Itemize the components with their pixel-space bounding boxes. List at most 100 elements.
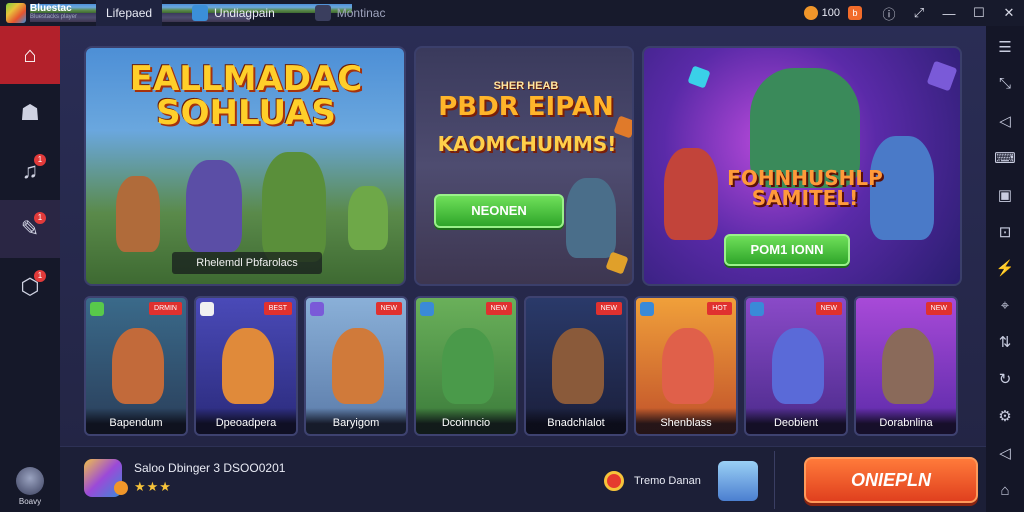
character-art (112, 328, 164, 404)
ninja-icon: ☗ (20, 100, 40, 125)
character-art (442, 328, 494, 404)
close-icon[interactable]: ✕ (994, 0, 1024, 26)
hero-character (186, 160, 242, 252)
game-card-row: DRMIN Bapendum BEST Dpeoadpera NEW Baryi… (84, 296, 964, 436)
card-tag: NEW (815, 302, 842, 315)
volume-icon[interactable]: ◁ (990, 106, 1020, 136)
divider (774, 451, 775, 509)
settings-icon[interactable]: ⚙ (990, 401, 1020, 431)
app-icon (310, 302, 324, 316)
card-tag: BEST (263, 302, 292, 315)
app-icon (640, 302, 654, 316)
left-sidebar: ⌂ ☗ ♫ 1 ✎ 1 ⬡ 1 Boavy (0, 26, 60, 512)
sidebar-item-games[interactable]: ⬡ 1 (0, 258, 60, 316)
title-bar: Bluestac Bluestacks player Lifepaed Undi… (0, 0, 1024, 26)
notification-badge: 1 (34, 154, 46, 166)
banner-subtitle: SHER HEAB (493, 80, 559, 92)
game-card[interactable]: NEW Bnadchlalot (524, 296, 628, 436)
banner-title-secondary: KAOMCHUMMS! (437, 132, 617, 156)
banner-title: EALLMADAC SOHLUAS (129, 59, 363, 133)
brand: Bluestac Bluestacks player (30, 4, 352, 22)
location-icon[interactable]: ⌖ (990, 290, 1020, 320)
banner-cta-button[interactable]: POM1 IONN (724, 234, 850, 266)
character-art (662, 328, 714, 404)
game-center-label[interactable]: Tremo Danan (634, 475, 701, 487)
card-tag: HOT (707, 302, 732, 315)
profile[interactable]: Boavy (0, 467, 60, 506)
game-card[interactable]: HOT Shenblass (634, 296, 738, 436)
featured-app-title: Saloo Dbinger 3 DSOO0201 (134, 461, 286, 475)
back-icon[interactable]: ◁ (990, 438, 1020, 468)
rating-stars: ★★★ (134, 479, 172, 494)
app-icon (90, 302, 104, 316)
fullscreen-icon[interactable]: ⤡ (990, 69, 1020, 99)
rotate-icon[interactable]: ↻ (990, 364, 1020, 394)
sidebar-item-home[interactable]: ⌂ (0, 26, 60, 84)
banner-cta-button[interactable]: NEONEN (434, 194, 564, 228)
banner-title: PBDR EIPAN (438, 92, 614, 122)
hero-character (566, 178, 616, 258)
screenshot-icon[interactable]: ▣ (990, 180, 1020, 210)
maximize-icon[interactable]: ☐ (964, 0, 994, 26)
coin-icon (114, 481, 128, 495)
tab-undiagpain[interactable]: Undiagpain (182, 0, 285, 26)
game-center-icon[interactable] (604, 471, 624, 491)
featured-banner-3[interactable]: FOHNHUSHLP SAMITEL! POM1 IONN (642, 46, 962, 286)
eco-mode-icon[interactable]: ⚡ (990, 254, 1020, 284)
record-icon[interactable]: ⊡ (990, 217, 1020, 247)
home-nav-icon[interactable]: ⌂ (990, 475, 1020, 505)
menu-icon[interactable]: ☰ (990, 32, 1020, 62)
card-tag: NEW (925, 302, 952, 315)
play-button[interactable]: ONIEPLN (804, 457, 978, 503)
character-art (772, 328, 824, 404)
featured-banner-1[interactable]: EALLMADAC SOHLUAS Rhelemdl Pbfarolacs (84, 46, 406, 286)
tab-label: Undiagpain (214, 6, 275, 20)
character-art (552, 328, 604, 404)
card-tag: NEW (485, 302, 512, 315)
game-card[interactable]: NEW Baryigom (304, 296, 408, 436)
card-title: Bapendum (86, 408, 186, 434)
game-card[interactable]: NEW Dcoinncio (414, 296, 518, 436)
info-icon[interactable]: ⓘ (874, 0, 904, 26)
card-title: Bnadchlalot (526, 408, 626, 434)
rewards-icon[interactable]: b (848, 6, 862, 20)
sidebar-item-chat[interactable]: ✎ 1 (0, 200, 60, 258)
bottom-bar: Saloo Dbinger 3 DSOO0201 ★★★ Tremo Danan… (60, 446, 986, 512)
hero-character (116, 176, 160, 252)
sidebar-item-notifications[interactable]: ♫ 1 (0, 142, 60, 200)
coin-balance: 100 (821, 7, 840, 19)
featured-banner-2[interactable]: SHER HEAB PBDR EIPAN KAOMCHUMMS! NEONEN (414, 46, 634, 286)
app-icon (750, 302, 764, 316)
shake-icon[interactable]: ⇅ (990, 327, 1020, 357)
sidebar-item-ninja[interactable]: ☗ (0, 84, 60, 142)
character-art (222, 328, 274, 404)
banner-caption: Rhelemdl Pbfarolacs (172, 252, 322, 274)
game-card[interactable]: NEW Dorabnlina (854, 296, 958, 436)
gem-icon (687, 65, 711, 89)
card-title: Dorabnlina (856, 408, 956, 434)
card-title: Dcoinncio (416, 408, 516, 434)
right-toolbar: ☰ ⤡ ◁ ⌨ ▣ ⊡ ⚡ ⌖ ⇅ ↻ ⚙ ◁ ⌂ (986, 26, 1024, 512)
keyboard-icon[interactable]: ⌨ (990, 143, 1020, 173)
app-store-icon (192, 5, 209, 21)
minimize-icon[interactable]: — (934, 0, 964, 26)
game-card[interactable]: NEW Deobient (744, 296, 848, 436)
home-icon: ⌂ (23, 42, 37, 67)
game-card[interactable]: DRMIN Bapendum (84, 296, 188, 436)
app-logo (6, 3, 26, 23)
game-card[interactable]: BEST Dpeoadpera (194, 296, 298, 436)
tab-montinac[interactable]: Montinac (305, 0, 396, 26)
tab-lifepaed[interactable]: Lifepaed (96, 0, 163, 26)
app-thumbnail[interactable] (718, 461, 758, 501)
tab-app-icon (314, 5, 331, 21)
app-icon (420, 302, 434, 316)
card-tag: NEW (375, 302, 402, 315)
avatar (16, 467, 44, 495)
tab-label: Montinac (336, 6, 386, 20)
banner-title: FOHNHUSHLP SAMITEL! (727, 166, 883, 210)
expand-icon[interactable]: ⤢ (904, 0, 934, 26)
card-tag: NEW (595, 302, 622, 315)
notification-badge: 1 (34, 212, 46, 224)
profile-label: Boavy (18, 497, 42, 506)
coin-icon (803, 6, 818, 20)
